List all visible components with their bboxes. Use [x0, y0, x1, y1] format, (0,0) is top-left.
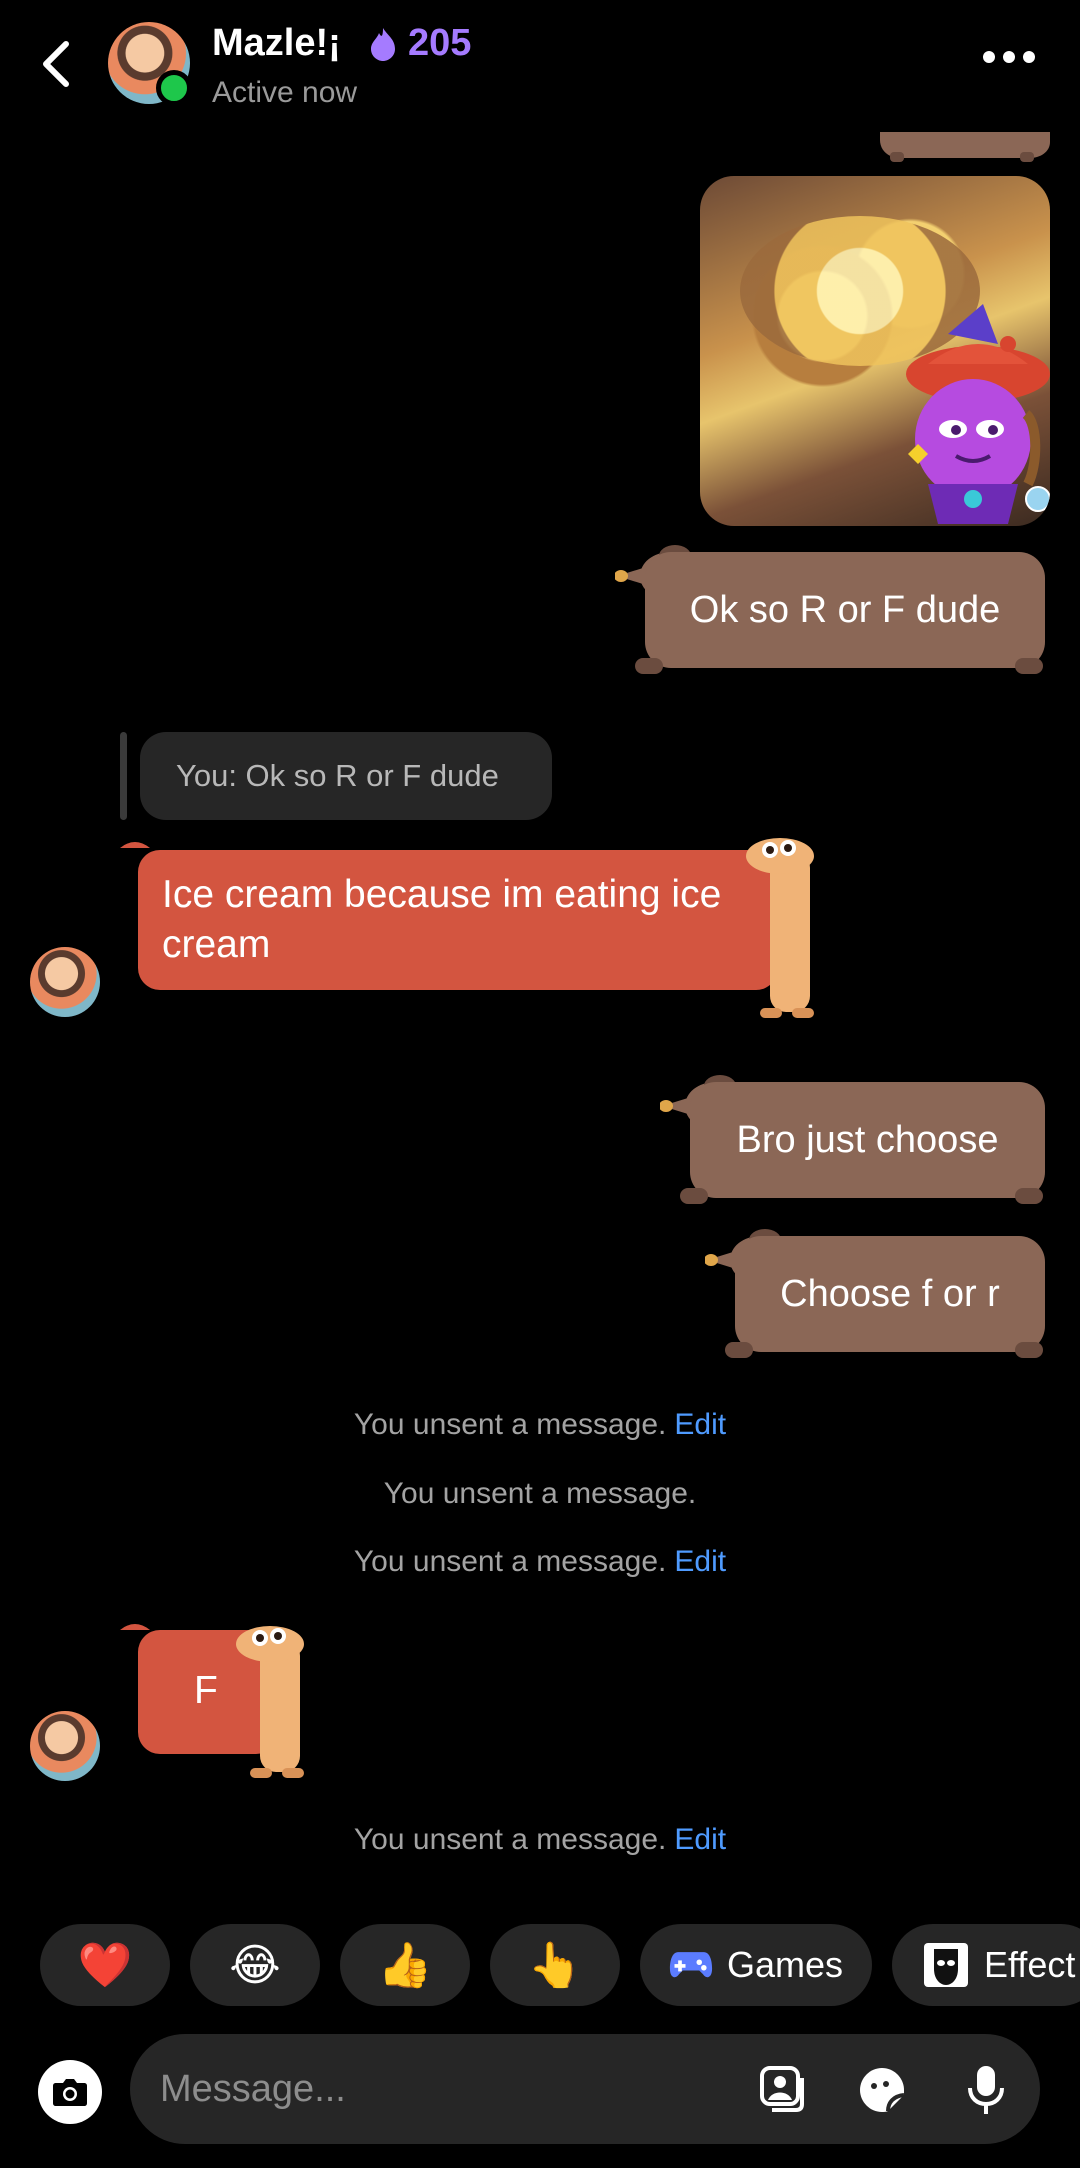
- unsent-notice: You unsent a message. Edit: [0, 1823, 1080, 1857]
- edit-link[interactable]: Edit: [674, 1408, 726, 1441]
- sent-message-text: Choose f or r: [780, 1272, 1000, 1315]
- laughing-emoji-icon: 😂: [229, 1940, 281, 1990]
- worm-dog-head-icon: [236, 1626, 304, 1778]
- online-indicator: [156, 70, 192, 106]
- camera-icon: [53, 2079, 87, 2106]
- sent-message-bubble[interactable]: Ok so R or F dude: [615, 538, 1045, 678]
- effects-button[interactable]: Effect: [892, 1924, 1080, 2006]
- games-button[interactable]: Games: [640, 1924, 872, 2006]
- gallery-icon[interactable]: [758, 2064, 810, 2116]
- unsent-notice-text: You unsent a message.: [353, 1545, 667, 1578]
- reply-preview[interactable]: You: Ok so R or F dude: [140, 732, 552, 820]
- sent-message-text: Ok so R or F dude: [689, 588, 1001, 631]
- mask-effect-icon: [924, 1943, 968, 1987]
- effects-label: Effect: [984, 1944, 1076, 1985]
- sent-message-text: Bro just choose: [736, 1118, 999, 1161]
- received-message-text: Ice cream because im eating ice cream: [162, 873, 722, 966]
- worm-dog-tail-icon: [120, 842, 150, 848]
- received-message-text: F: [194, 1669, 218, 1712]
- more-options-icon[interactable]: [982, 50, 1036, 64]
- dog-paw: [680, 1188, 708, 1204]
- unsent-notice-text: You unsent a message.: [353, 1408, 667, 1441]
- contact-avatar-small[interactable]: [30, 1711, 100, 1781]
- unsent-notice: You unsent a message. Edit: [0, 1408, 1080, 1442]
- unsent-notice-text: You unsent a message.: [383, 1477, 697, 1510]
- worm-dog-tail-icon: [120, 1624, 150, 1630]
- flame-icon: [371, 28, 395, 61]
- unsent-notice-text: You unsent a message.: [353, 1823, 667, 1856]
- previous-message-tail: [880, 132, 1050, 162]
- sticker-icon[interactable]: [856, 2064, 908, 2116]
- edit-link[interactable]: Edit: [674, 1823, 726, 1856]
- contact-avatar-small[interactable]: [30, 947, 100, 1017]
- received-message-bubble[interactable]: Ice cream because im eating ice cream: [138, 850, 778, 990]
- dog-paw: [635, 658, 663, 674]
- sent-message-bubble[interactable]: Bro just choose: [660, 1068, 1045, 1208]
- unsent-notice: You unsent a message. Edit: [0, 1545, 1080, 1579]
- unsent-notice: You unsent a message.: [0, 1477, 1080, 1511]
- quick-reaction-thumbs-up[interactable]: 👍: [340, 1924, 470, 2006]
- quick-reaction-heart[interactable]: ❤️: [40, 1924, 170, 2006]
- pointing-hand-emoji-icon: 👆: [527, 1941, 583, 1990]
- dog-paw: [1015, 1342, 1043, 1358]
- game-controller-icon: [669, 1952, 713, 1978]
- message-input[interactable]: [160, 2056, 720, 2122]
- reply-indicator-bar: [120, 732, 127, 820]
- heart-emoji-icon: ❤️: [77, 1941, 133, 1990]
- message-composer: [130, 2034, 1040, 2144]
- wizard-character-sticker: [906, 304, 1050, 524]
- microphone-icon[interactable]: [960, 2064, 1012, 2116]
- dog-paw: [725, 1342, 753, 1358]
- camera-button[interactable]: [38, 2060, 102, 2124]
- back-chevron-icon[interactable]: [34, 38, 82, 90]
- edit-link[interactable]: Edit: [674, 1545, 726, 1578]
- contact-name[interactable]: Mazle!¡: [212, 22, 341, 65]
- reply-preview-text: You: Ok so R or F dude: [176, 758, 499, 793]
- dog-paw: [1015, 658, 1043, 674]
- chat-header: Mazle!¡ 205 Active now: [0, 0, 1080, 130]
- thumbs-up-emoji-icon: 👍: [377, 1941, 433, 1990]
- sent-photo[interactable]: [700, 176, 1050, 526]
- sent-message-bubble[interactable]: Choose f or r: [705, 1222, 1045, 1362]
- streak-count: 205: [408, 22, 472, 64]
- active-status: Active now: [212, 76, 358, 109]
- quick-reaction-point[interactable]: 👆: [490, 1924, 620, 2006]
- games-label: Games: [726, 1944, 844, 1985]
- worm-dog-head-icon: [746, 838, 814, 1018]
- quick-reaction-laugh[interactable]: 😂: [190, 1924, 320, 2006]
- dog-paw: [1015, 1188, 1043, 1204]
